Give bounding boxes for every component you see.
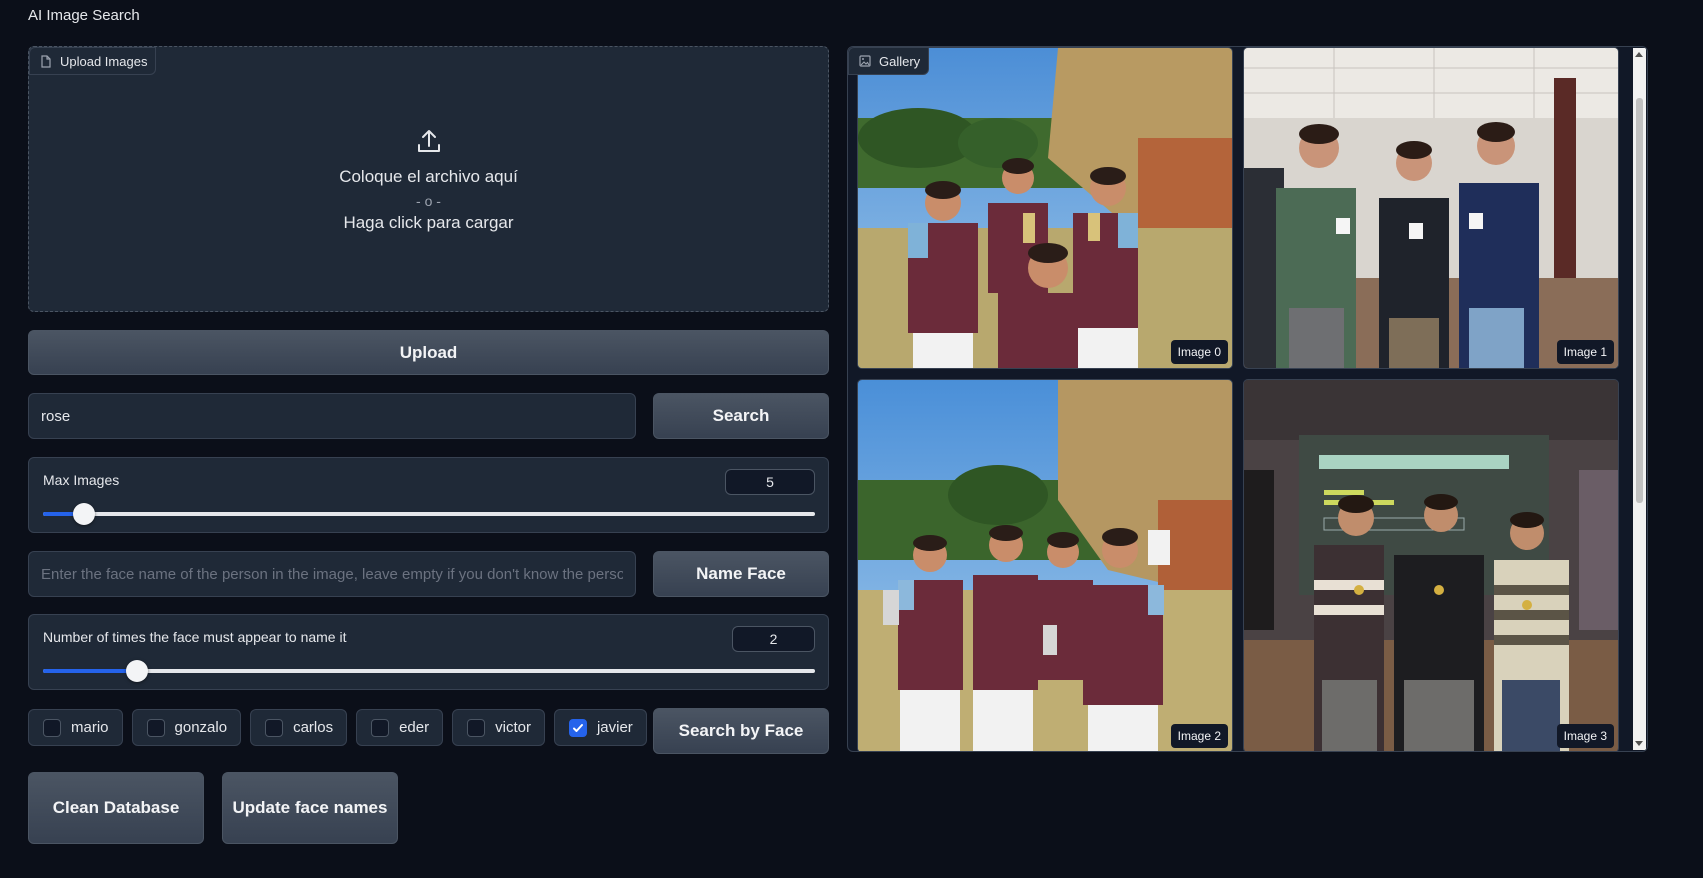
face-count-number-input[interactable]: 2 [732, 626, 815, 652]
upload-label: Upload Images [29, 47, 157, 75]
classroom-medals-photo [1244, 380, 1618, 751]
scrollbar-thumb[interactable] [1636, 98, 1643, 503]
checkbox[interactable] [467, 718, 486, 737]
upload-click-text: Haga click para cargar [343, 213, 514, 232]
face-checkbox-label: eder [399, 719, 430, 736]
face-checkbox-gonzalo[interactable]: gonzalo [131, 709, 242, 746]
face-checkbox-mario[interactable]: mario [28, 709, 123, 746]
name-face-button[interactable]: Name Face [653, 551, 829, 597]
face-checkbox-label: carlos [293, 719, 334, 736]
gallery-label-text: Gallery [879, 53, 921, 69]
search-by-face-button[interactable]: Search by Face [653, 708, 829, 754]
face-checkbox-victor[interactable]: victor [452, 709, 545, 746]
upload-label-text: Upload Images [60, 53, 148, 69]
checkbox[interactable] [568, 718, 587, 737]
update-face-names-button[interactable]: Update face names [222, 772, 398, 844]
max-images-label: Max Images [43, 472, 120, 488]
face-count-slider-track[interactable] [43, 660, 815, 682]
checkbox[interactable] [265, 718, 284, 737]
checkbox[interactable] [146, 718, 165, 737]
search-input[interactable] [28, 393, 636, 439]
gallery-label: Gallery [848, 47, 930, 75]
checkmark-icon [572, 723, 583, 732]
face-checkbox-label: gonzalo [174, 719, 228, 736]
gallery-scrollbar[interactable] [1633, 48, 1646, 750]
max-images-slider-track[interactable] [43, 503, 815, 525]
gallery-panel: Gallery Image 0 Image 1 Image 2 Image 3 [847, 46, 1648, 752]
clean-database-button[interactable]: Clean Database [28, 772, 204, 844]
checkbox[interactable] [371, 718, 390, 737]
gallery-image-caption: Image 2 [1170, 724, 1228, 748]
face-checkbox-javier[interactable]: javier [553, 709, 647, 746]
face-checkbox-eder[interactable]: eder [356, 709, 444, 746]
face-count-slider-panel: Number of times the face must appear to … [28, 614, 829, 690]
image-icon [859, 55, 871, 67]
gallery-image-caption: Image 0 [1170, 340, 1228, 364]
indoor-friends-photo [1244, 48, 1618, 368]
checkbox[interactable] [43, 718, 61, 737]
scroll-up-arrow-icon[interactable] [1635, 52, 1643, 57]
face-checkbox-carlos[interactable]: carlos [250, 709, 348, 746]
face-checkbox-label: victor [495, 719, 531, 736]
upload-drop-text: Coloque el archivo aquí [339, 167, 518, 186]
face-count-label: Number of times the face must appear to … [43, 629, 347, 645]
file-icon [41, 54, 51, 68]
team-celebration-photo [858, 380, 1232, 751]
search-button[interactable]: Search [653, 393, 829, 439]
gallery-image-3[interactable]: Image 3 [1243, 379, 1619, 751]
team-trophy-photo [858, 48, 1232, 368]
face-count-slider-fill [43, 669, 138, 673]
max-images-number-input[interactable]: 5 [725, 469, 815, 495]
scroll-down-arrow-icon[interactable] [1635, 741, 1643, 746]
max-images-slider-panel: Max Images 5 [28, 457, 829, 533]
gallery-image-caption: Image 3 [1556, 724, 1614, 748]
face-name-input[interactable] [28, 551, 636, 597]
gallery-image-1[interactable]: Image 1 [1243, 47, 1619, 369]
face-checkbox-label: javier [596, 719, 633, 736]
face-checkbox-label: mario [71, 719, 109, 736]
gallery-image-0[interactable]: Image 0 [857, 47, 1233, 369]
upload-icon [417, 130, 440, 152]
gallery-image-caption: Image 1 [1556, 340, 1614, 364]
upload-button[interactable]: Upload [28, 330, 829, 375]
upload-or-text: - o - [416, 193, 441, 209]
app-title: AI Image Search [28, 7, 140, 24]
max-images-slider-thumb[interactable] [72, 503, 95, 525]
gallery-image-2[interactable]: Image 2 [857, 379, 1233, 751]
upload-dropzone[interactable]: Upload Images Coloque el archivo aquí - … [28, 46, 829, 312]
face-count-slider-thumb[interactable] [126, 660, 149, 682]
face-checkbox-group: mario gonzalo carlos eder victor javier [28, 709, 647, 746]
